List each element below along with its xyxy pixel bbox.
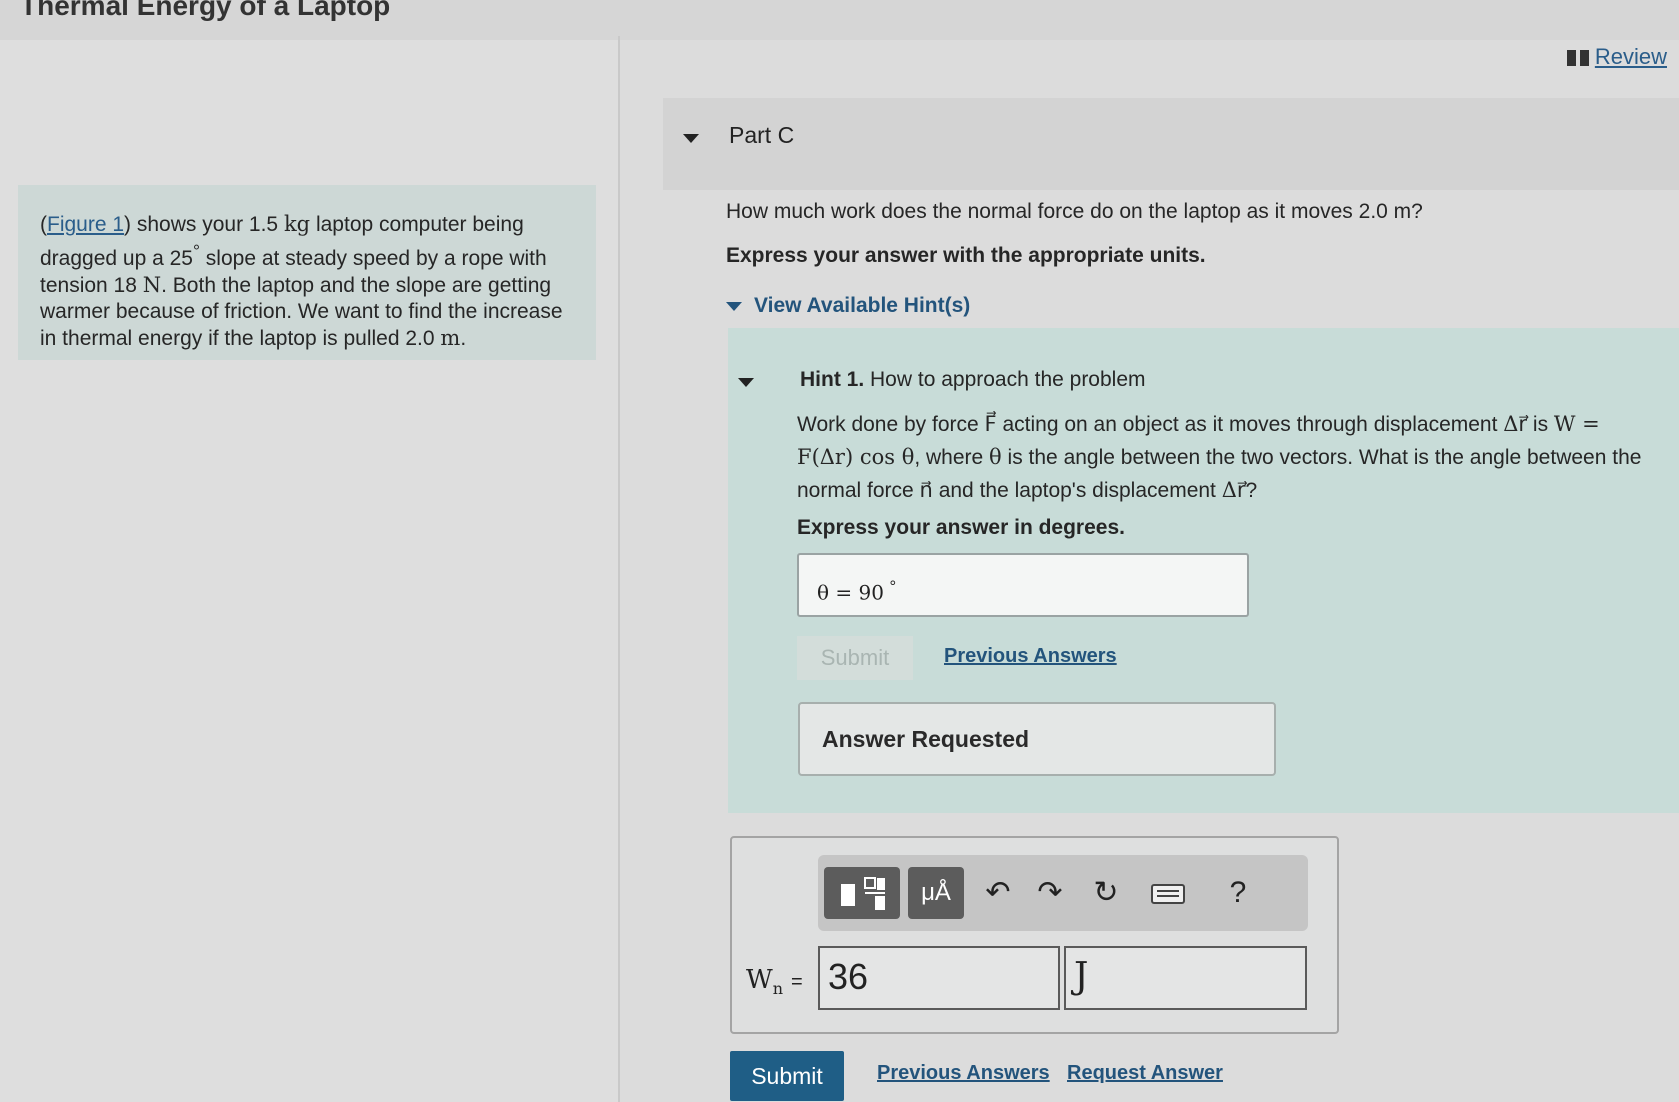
unit-newton: N [142,273,162,297]
hints-caret-icon [726,301,742,311]
reset-icon[interactable]: ↻ [1086,871,1126,915]
book-icon [1566,50,1589,67]
hint-1-title[interactable]: Hint 1. How to approach the problem [738,368,1146,392]
vector-f: F⃗ [984,412,997,436]
degree-symbol: ° [192,241,200,261]
hints-toggle-label: View Available Hint(s) [754,294,971,317]
templates-button[interactable] [824,867,900,919]
hint-text-part: Work done by force [797,413,985,436]
vector-delta-r: Δr⃗ [1221,478,1246,502]
help-icon[interactable]: ? [1218,871,1258,915]
answer-unit-input[interactable]: J [1064,946,1307,1010]
template-icon [841,876,885,910]
hint-1-body: Work done by force F⃗ acting on an objec… [797,408,1657,507]
title-strip: Thermal Energy of a Laptop [0,0,1679,41]
express-instruction: Express your answer with the appropriate… [726,244,1206,267]
hint-text-part: , where [914,446,990,469]
vector-n: n⃗ [919,478,933,502]
previous-answers-link[interactable]: Previous Answers [877,1062,1050,1085]
part-label: Part C [729,122,795,148]
problem-text: (Figure 1) shows your 1.5 kg laptop comp… [40,212,563,350]
degree-unit: ° [889,577,897,596]
undo-icon[interactable]: ↶ [978,871,1018,915]
hint-text-part: ? [1245,479,1258,502]
review-label[interactable]: Review [1595,44,1667,69]
question-text: How much work does the normal force do o… [726,200,1423,223]
hint-answer-text: θ = 90 [817,580,884,605]
problem-text-part: . [460,327,467,350]
hint-text-part: is [1527,413,1554,436]
problem-text-part: ) shows your 1.5 [124,213,284,236]
hint-submit-button: Submit [797,636,913,680]
hint-answer-field: θ = 90 ° [797,553,1249,617]
keyboard-button[interactable] [1148,871,1188,915]
hint-caret-icon[interactable] [738,378,754,387]
collapse-caret-icon[interactable] [683,134,699,143]
hint-express-instruction: Express your answer in degrees. [797,516,1125,539]
hint-text-part: acting on an object as it moves through … [996,413,1504,436]
view-hints-toggle[interactable]: View Available Hint(s) [726,294,970,318]
page-title: Thermal Energy of a Laptop [20,0,391,21]
units-button[interactable]: μÅ [908,867,964,919]
review-link[interactable]: Review [1566,44,1667,70]
figure-link[interactable]: Figure 1 [47,213,124,236]
unit-meter: m [440,326,461,350]
answer-value-input[interactable]: 36 [818,946,1060,1010]
request-answer-link[interactable]: Request Answer [1067,1062,1223,1085]
hint-title-text: How to approach the problem [870,368,1146,391]
theta-symbol: θ [989,445,1002,469]
hint-previous-answers-link[interactable]: Previous Answers [944,645,1117,668]
hint-text-part: and the laptop's displacement [932,479,1222,502]
redo-icon[interactable]: ↷ [1030,871,1070,915]
unit-kg: kg [283,212,311,236]
keyboard-icon [1151,884,1185,905]
answer-requested-status: Answer Requested [798,702,1276,776]
answer-label-main: W [746,965,773,995]
answer-label-sub: n [772,979,784,999]
status-text: Answer Requested [822,726,1030,752]
equals-sign: = [791,971,803,993]
problem-statement: (Figure 1) shows your 1.5 kg laptop comp… [18,185,596,360]
answer-label: Wn = [746,964,803,998]
submit-button[interactable]: Submit [730,1051,844,1101]
vector-delta-r: Δr⃗ [1503,412,1528,436]
math-toolbar: μÅ ↶ ↷ ↻ ? [818,855,1308,931]
hint-number: Hint 1. [800,368,865,391]
hint-answer-value: θ = 90 ° [817,577,896,606]
part-header[interactable]: Part C [663,98,1679,190]
